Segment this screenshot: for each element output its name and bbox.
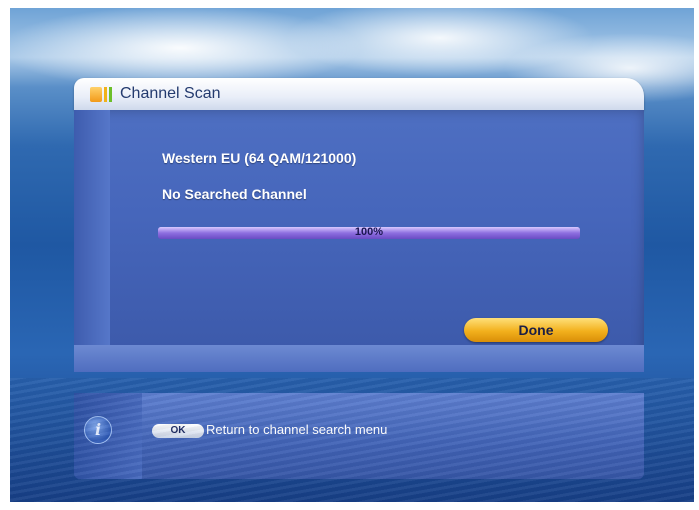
ok-key-badge: OK <box>152 424 204 438</box>
tv-screen: Channel Scan Western EU (64 QAM/121000) … <box>10 8 694 502</box>
channel-scan-icon <box>90 87 114 102</box>
done-button[interactable]: Done <box>464 318 608 342</box>
title-bar: Channel Scan <box>74 78 644 110</box>
page-title: Channel Scan <box>120 85 221 102</box>
done-button-label: Done <box>518 322 554 338</box>
info-icon: i <box>84 416 112 444</box>
panel-side-strip <box>74 110 110 345</box>
panel-footer-strip <box>74 345 644 372</box>
progress-bar: 100% <box>158 227 580 239</box>
help-text: Return to channel search menu <box>206 422 388 437</box>
scan-panel: Western EU (64 QAM/121000) No Searched C… <box>74 110 644 372</box>
scan-status: No Searched Channel <box>162 186 307 202</box>
help-bar: i OK Return to channel search menu <box>74 393 644 479</box>
help-bar-side <box>74 393 142 479</box>
network-label: Western EU (64 QAM/121000) <box>162 150 357 166</box>
progress-label: 100% <box>354 227 384 238</box>
